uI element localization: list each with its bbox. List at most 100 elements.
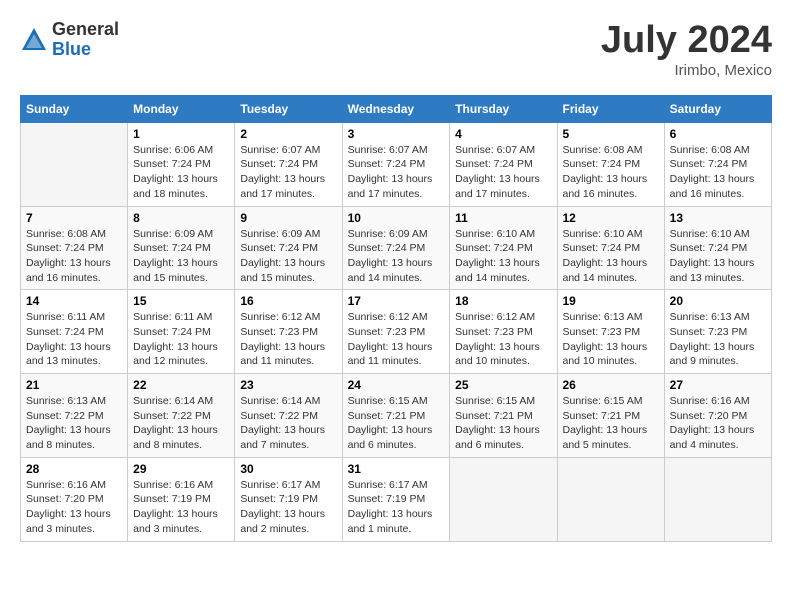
sunset-text: Sunset: 7:24 PM [563,242,641,254]
daylight-text: Daylight: 13 hours and 17 minutes. [455,173,540,200]
daylight-text: Daylight: 13 hours and 3 minutes. [133,508,218,535]
day-number: 30 [240,462,336,476]
day-number: 22 [133,378,229,392]
page-header: General Blue July 2024 Irimbo, Mexico [20,20,772,79]
calendar-row: 7 Sunrise: 6:08 AM Sunset: 7:24 PM Dayli… [21,206,772,290]
table-row: 13 Sunrise: 6:10 AM Sunset: 7:24 PM Dayl… [664,206,771,290]
table-row: 28 Sunrise: 6:16 AM Sunset: 7:20 PM Dayl… [21,457,128,541]
cell-content: Sunrise: 6:09 AM Sunset: 7:24 PM Dayligh… [240,227,336,286]
sunrise-text: Sunrise: 6:08 AM [26,228,106,240]
day-number: 9 [240,211,336,225]
daylight-text: Daylight: 13 hours and 10 minutes. [455,341,540,368]
daylight-text: Daylight: 13 hours and 2 minutes. [240,508,325,535]
daylight-text: Daylight: 13 hours and 16 minutes. [26,257,111,284]
sunrise-text: Sunrise: 6:07 AM [348,144,428,156]
cell-content: Sunrise: 6:13 AM Sunset: 7:23 PM Dayligh… [563,310,659,369]
sunrise-text: Sunrise: 6:12 AM [455,311,535,323]
sunrise-text: Sunrise: 6:16 AM [133,479,213,491]
daylight-text: Daylight: 13 hours and 3 minutes. [26,508,111,535]
sunset-text: Sunset: 7:24 PM [348,158,426,170]
day-number: 4 [455,127,551,141]
table-row: 14 Sunrise: 6:11 AM Sunset: 7:24 PM Dayl… [21,290,128,374]
daylight-text: Daylight: 13 hours and 5 minutes. [563,424,648,451]
sunrise-text: Sunrise: 6:12 AM [348,311,428,323]
table-row: 2 Sunrise: 6:07 AM Sunset: 7:24 PM Dayli… [235,122,342,206]
title-block: July 2024 Irimbo, Mexico [601,20,772,79]
sunset-text: Sunset: 7:20 PM [26,493,104,505]
sunrise-text: Sunrise: 6:09 AM [133,228,213,240]
table-row [450,457,557,541]
cell-content: Sunrise: 6:15 AM Sunset: 7:21 PM Dayligh… [563,394,659,453]
table-row: 4 Sunrise: 6:07 AM Sunset: 7:24 PM Dayli… [450,122,557,206]
day-number: 20 [670,294,766,308]
sunrise-text: Sunrise: 6:08 AM [563,144,643,156]
day-number: 26 [563,378,659,392]
sunrise-text: Sunrise: 6:16 AM [670,395,750,407]
logo-icon [20,26,48,54]
daylight-text: Daylight: 13 hours and 13 minutes. [670,257,755,284]
logo-text: General Blue [52,20,119,60]
cell-content: Sunrise: 6:08 AM Sunset: 7:24 PM Dayligh… [670,143,766,202]
sunrise-text: Sunrise: 6:13 AM [26,395,106,407]
day-number: 28 [26,462,122,476]
sunrise-text: Sunrise: 6:11 AM [133,311,212,323]
daylight-text: Daylight: 13 hours and 16 minutes. [563,173,648,200]
sunrise-text: Sunrise: 6:17 AM [240,479,320,491]
day-number: 19 [563,294,659,308]
daylight-text: Daylight: 13 hours and 1 minute. [348,508,433,535]
cell-content: Sunrise: 6:17 AM Sunset: 7:19 PM Dayligh… [240,478,336,537]
cell-content: Sunrise: 6:15 AM Sunset: 7:21 PM Dayligh… [455,394,551,453]
sunrise-text: Sunrise: 6:10 AM [455,228,535,240]
table-row: 29 Sunrise: 6:16 AM Sunset: 7:19 PM Dayl… [128,457,235,541]
sunset-text: Sunset: 7:23 PM [455,326,533,338]
cell-content: Sunrise: 6:11 AM Sunset: 7:24 PM Dayligh… [133,310,229,369]
logo-general: General [52,20,119,40]
sunset-text: Sunset: 7:24 PM [26,242,104,254]
col-thursday: Thursday [450,95,557,122]
sunset-text: Sunset: 7:24 PM [670,242,748,254]
cell-content: Sunrise: 6:12 AM Sunset: 7:23 PM Dayligh… [240,310,336,369]
cell-content: Sunrise: 6:13 AM Sunset: 7:22 PM Dayligh… [26,394,122,453]
sunrise-text: Sunrise: 6:12 AM [240,311,320,323]
sunrise-text: Sunrise: 6:15 AM [348,395,428,407]
calendar-row: 1 Sunrise: 6:06 AM Sunset: 7:24 PM Dayli… [21,122,772,206]
cell-content: Sunrise: 6:07 AM Sunset: 7:24 PM Dayligh… [348,143,445,202]
table-row: 5 Sunrise: 6:08 AM Sunset: 7:24 PM Dayli… [557,122,664,206]
cell-content: Sunrise: 6:09 AM Sunset: 7:24 PM Dayligh… [133,227,229,286]
cell-content: Sunrise: 6:12 AM Sunset: 7:23 PM Dayligh… [348,310,445,369]
day-number: 23 [240,378,336,392]
table-row: 26 Sunrise: 6:15 AM Sunset: 7:21 PM Dayl… [557,374,664,458]
day-number: 29 [133,462,229,476]
day-number: 14 [26,294,122,308]
day-number: 21 [26,378,122,392]
sunset-text: Sunset: 7:20 PM [670,410,748,422]
logo-blue: Blue [52,40,119,60]
day-number: 5 [563,127,659,141]
daylight-text: Daylight: 13 hours and 10 minutes. [563,341,648,368]
daylight-text: Daylight: 13 hours and 8 minutes. [26,424,111,451]
daylight-text: Daylight: 13 hours and 9 minutes. [670,341,755,368]
col-saturday: Saturday [664,95,771,122]
table-row: 18 Sunrise: 6:12 AM Sunset: 7:23 PM Dayl… [450,290,557,374]
sunset-text: Sunset: 7:21 PM [563,410,641,422]
day-number: 24 [348,378,445,392]
sunrise-text: Sunrise: 6:15 AM [455,395,535,407]
sunset-text: Sunset: 7:24 PM [240,242,318,254]
day-number: 18 [455,294,551,308]
cell-content: Sunrise: 6:16 AM Sunset: 7:19 PM Dayligh… [133,478,229,537]
table-row: 3 Sunrise: 6:07 AM Sunset: 7:24 PM Dayli… [342,122,450,206]
cell-content: Sunrise: 6:07 AM Sunset: 7:24 PM Dayligh… [455,143,551,202]
sunset-text: Sunset: 7:19 PM [240,493,318,505]
sunset-text: Sunset: 7:23 PM [348,326,426,338]
calendar-row: 28 Sunrise: 6:16 AM Sunset: 7:20 PM Dayl… [21,457,772,541]
cell-content: Sunrise: 6:08 AM Sunset: 7:24 PM Dayligh… [26,227,122,286]
daylight-text: Daylight: 13 hours and 16 minutes. [670,173,755,200]
table-row: 12 Sunrise: 6:10 AM Sunset: 7:24 PM Dayl… [557,206,664,290]
daylight-text: Daylight: 13 hours and 6 minutes. [348,424,433,451]
sunrise-text: Sunrise: 6:13 AM [670,311,750,323]
sunset-text: Sunset: 7:21 PM [348,410,426,422]
daylight-text: Daylight: 13 hours and 14 minutes. [455,257,540,284]
table-row: 25 Sunrise: 6:15 AM Sunset: 7:21 PM Dayl… [450,374,557,458]
col-monday: Monday [128,95,235,122]
daylight-text: Daylight: 13 hours and 11 minutes. [240,341,325,368]
